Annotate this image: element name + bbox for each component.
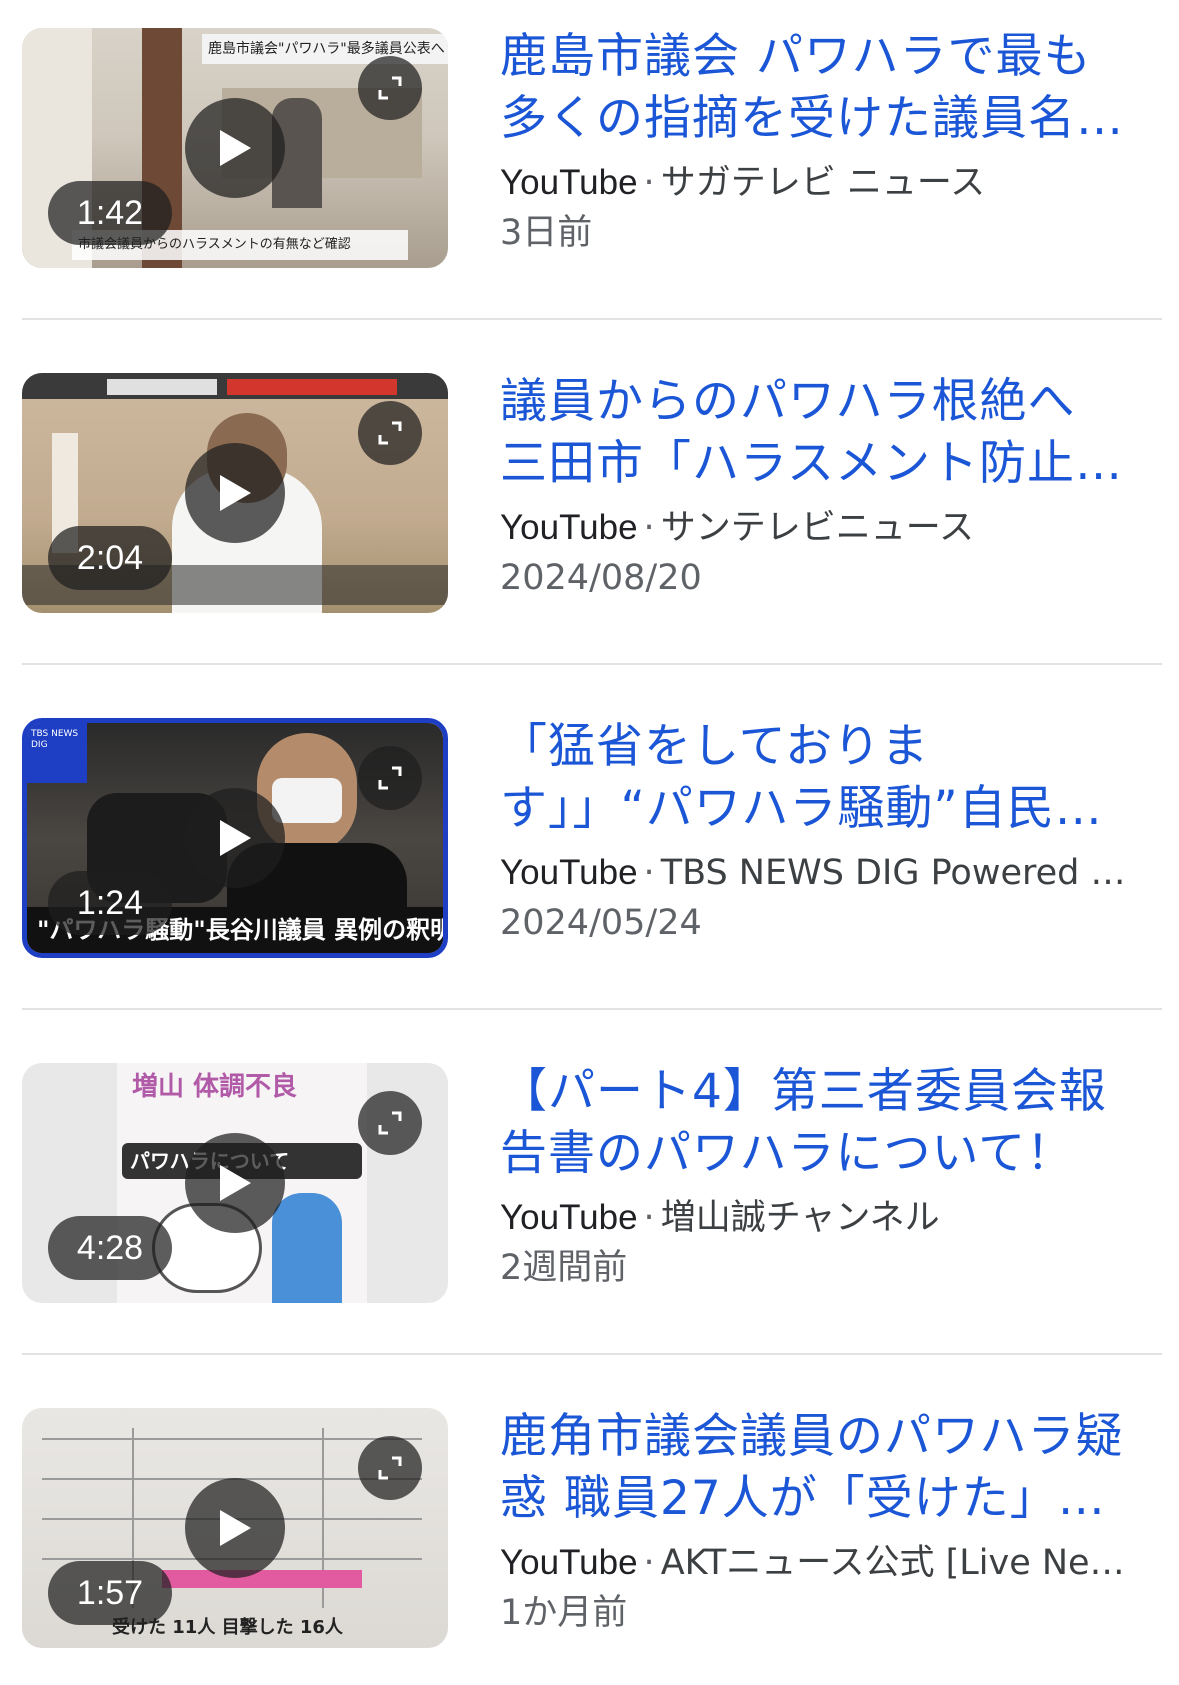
video-date: 1か月前 bbox=[500, 1593, 628, 1633]
thumbnail-caption-top: 増山 体調不良 bbox=[132, 1072, 298, 1102]
separator-dot: · bbox=[643, 1543, 655, 1583]
video-thumbnail[interactable]: TBS NEWS DIG "パワハラ騒動"長谷川議員 異例の釈明 1:24 bbox=[22, 718, 448, 958]
channel-name: サガテレビ ニュース bbox=[660, 163, 986, 203]
separator-dot: · bbox=[643, 853, 655, 893]
video-title-line: 【パート4】第三者委員会報 bbox=[500, 1064, 1107, 1119]
video-title-line: 多くの指摘を受けた議員名… bbox=[500, 91, 1124, 146]
channel-name: 増山誠チャンネル bbox=[660, 1198, 940, 1238]
video-title[interactable]: 「猛省をしておりま す」」“パワハラ騒動”自民… bbox=[500, 716, 1179, 840]
divider bbox=[22, 1008, 1162, 1010]
play-icon[interactable] bbox=[185, 98, 285, 198]
video-source: YouTube · サンテレビニュース bbox=[500, 503, 1179, 553]
video-thumbnail[interactable]: 増山 体調不良 パワハラについて 4:28 bbox=[22, 1063, 448, 1303]
channel-name: TBS NEWS DIG Powered … bbox=[660, 853, 1126, 893]
video-date: 2024/05/24 bbox=[500, 903, 702, 943]
video-result[interactable]: 増山 体調不良 パワハラについて 4:28 【パート4】第三者委員会報 告書のパ… bbox=[22, 1061, 1162, 1307]
video-duration: 1:42 bbox=[48, 181, 172, 245]
video-source: YouTube · サガテレビ ニュース bbox=[500, 158, 1179, 208]
video-date: 2024/08/20 bbox=[500, 558, 702, 598]
divider bbox=[22, 1353, 1162, 1355]
video-result[interactable]: TBS NEWS DIG "パワハラ騒動"長谷川議員 異例の釈明 1:24 「猛… bbox=[22, 716, 1162, 962]
video-title-line: 鹿角市議会議員のパワハラ疑 bbox=[500, 1409, 1124, 1464]
video-title-line: 三田市「ハラスメント防止… bbox=[500, 436, 1124, 491]
video-thumbnail[interactable]: 受けた 11人 目撃した 16人 1:57 bbox=[22, 1408, 448, 1648]
video-result[interactable]: 受けた 11人 目撃した 16人 1:57 鹿角市議会議員のパワハラ疑 惑 職員… bbox=[22, 1406, 1162, 1652]
expand-icon[interactable] bbox=[358, 1091, 422, 1155]
separator-dot: · bbox=[643, 163, 655, 203]
source-site: YouTube bbox=[500, 1543, 638, 1582]
play-icon[interactable] bbox=[185, 443, 285, 543]
video-date: 2週間前 bbox=[500, 1248, 628, 1288]
thumbnail-caption-top: 鹿島市議会"パワハラ"最多議員公表へ bbox=[208, 41, 445, 57]
video-thumbnail[interactable]: 2:04 bbox=[22, 373, 448, 613]
video-result[interactable]: 2:04 議員からのパワハラ根絶へ 三田市「ハラスメント防止… YouTube ·… bbox=[22, 371, 1162, 617]
source-site: YouTube bbox=[500, 1198, 638, 1237]
video-source: YouTube · 増山誠チャンネル bbox=[500, 1193, 1179, 1243]
video-title[interactable]: 【パート4】第三者委員会報 告書のパワハラについて！ bbox=[500, 1061, 1179, 1185]
expand-icon[interactable] bbox=[358, 56, 422, 120]
video-duration: 4:28 bbox=[48, 1216, 172, 1280]
separator-dot: · bbox=[643, 1198, 655, 1238]
video-duration: 1:24 bbox=[48, 871, 172, 935]
divider bbox=[22, 663, 1162, 665]
source-site: YouTube bbox=[500, 163, 638, 202]
play-icon[interactable] bbox=[185, 1478, 285, 1578]
expand-icon[interactable] bbox=[358, 746, 422, 810]
video-title[interactable]: 議員からのパワハラ根絶へ 三田市「ハラスメント防止… bbox=[500, 371, 1179, 495]
play-icon[interactable] bbox=[185, 1133, 285, 1233]
source-site: YouTube bbox=[500, 853, 638, 892]
video-title-line: 惑 職員27人が「受けた」… bbox=[500, 1471, 1106, 1526]
video-duration: 1:57 bbox=[48, 1561, 172, 1625]
video-title-line: 鹿島市議会 パワハラで最も bbox=[500, 29, 1092, 84]
channel-name: サンテレビニュース bbox=[660, 508, 974, 548]
video-source: YouTube · TBS NEWS DIG Powered … bbox=[500, 848, 1179, 898]
video-date: 3日前 bbox=[500, 213, 593, 253]
expand-icon[interactable] bbox=[358, 1436, 422, 1500]
video-title[interactable]: 鹿角市議会議員のパワハラ疑 惑 職員27人が「受けた」… bbox=[500, 1406, 1179, 1530]
video-title-line: 「猛省をしておりま bbox=[500, 719, 930, 774]
video-title-line: す」」“パワハラ騒動”自民… bbox=[500, 781, 1103, 836]
thumbnail-caption-top: TBS NEWS DIG bbox=[31, 729, 79, 750]
video-title[interactable]: 鹿島市議会 パワハラで最も 多くの指摘を受けた議員名… bbox=[500, 26, 1179, 150]
channel-name: AKTニュース公式 [Live Ne… bbox=[660, 1543, 1125, 1583]
divider bbox=[22, 318, 1162, 320]
video-result[interactable]: 鹿島市議会"パワハラ"最多議員公表へ 市議会議員からのハラスメントの有無など確認… bbox=[22, 26, 1162, 272]
play-icon[interactable] bbox=[185, 788, 285, 888]
separator-dot: · bbox=[643, 508, 655, 548]
video-thumbnail[interactable]: 鹿島市議会"パワハラ"最多議員公表へ 市議会議員からのハラスメントの有無など確認… bbox=[22, 28, 448, 268]
video-title-line: 議員からのパワハラ根絶へ bbox=[500, 374, 1076, 429]
video-duration: 2:04 bbox=[48, 526, 172, 590]
expand-icon[interactable] bbox=[358, 401, 422, 465]
video-source: YouTube · AKTニュース公式 [Live Ne… bbox=[500, 1538, 1179, 1588]
video-title-line: 告書のパワハラについて！ bbox=[500, 1126, 1075, 1181]
source-site: YouTube bbox=[500, 508, 638, 547]
